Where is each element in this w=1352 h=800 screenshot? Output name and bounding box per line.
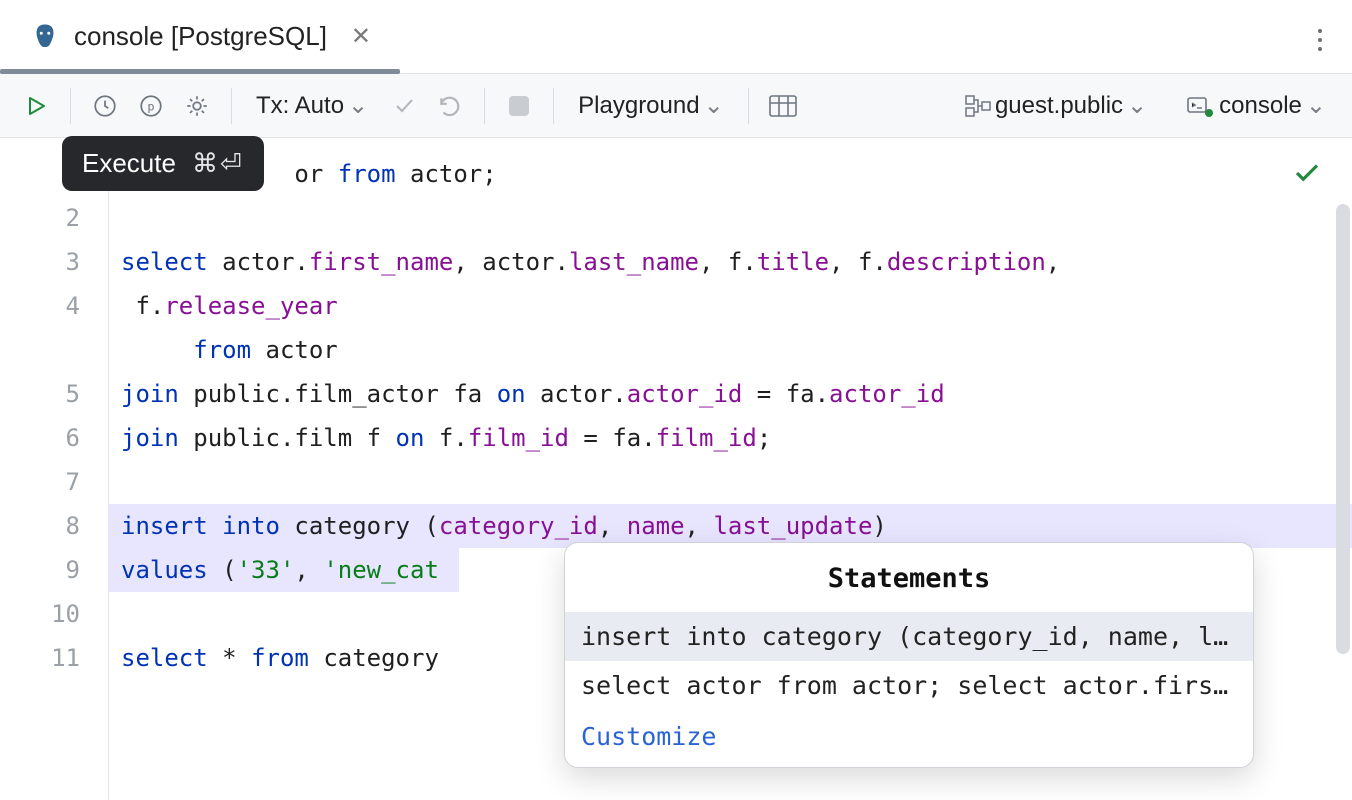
gutter: 1 2 3 4 5 6 7 8 9 10 11 [0, 138, 108, 800]
playground-dropdown[interactable]: Playground ⌄ [570, 91, 732, 120]
code-line[interactable]: join public.film f on f.film_id = fa.fil… [109, 416, 1352, 460]
commit-icon[interactable] [386, 88, 422, 124]
line-number: 2 [0, 196, 80, 240]
code-line[interactable]: select actor.first_name, actor.last_name… [109, 240, 1352, 284]
separator [748, 88, 749, 124]
schema-label: guest.public [995, 92, 1123, 120]
table-view-icon[interactable] [765, 88, 801, 124]
kebab-menu[interactable] [1318, 24, 1322, 56]
code-line[interactable] [109, 460, 1352, 504]
chevron-down-icon: ⌄ [348, 91, 368, 120]
execute-tooltip: Execute ⌘⏎ [62, 136, 264, 191]
chevron-down-icon: ⌄ [1127, 91, 1147, 120]
schema-dropdown[interactable]: guest.public ⌄ [957, 91, 1155, 120]
playground-label: Playground [578, 92, 699, 120]
tooltip-label: Execute [82, 148, 176, 179]
separator [70, 88, 71, 124]
code-line[interactable]: f.release_year [109, 284, 1352, 328]
separator [484, 88, 485, 124]
line-number: 5 [0, 372, 80, 416]
tooltip-shortcut: ⌘⏎ [192, 148, 244, 179]
settings-icon[interactable] [179, 88, 215, 124]
popup-footer: Customize [565, 710, 1253, 767]
execute-button[interactable] [18, 88, 54, 124]
line-number: 10 [0, 592, 80, 636]
code-line[interactable] [109, 196, 1352, 240]
separator [231, 88, 232, 124]
line-number: 9 [0, 548, 80, 592]
customize-link[interactable]: Customize [581, 722, 716, 751]
explain-icon[interactable]: p [133, 88, 169, 124]
tab-console[interactable]: console [PostgreSQL] ✕ [20, 0, 381, 73]
tab-active-indicator [0, 69, 400, 74]
tx-mode-dropdown[interactable]: Tx: Auto ⌄ [248, 91, 376, 120]
line-number: 6 [0, 416, 80, 460]
statement-item[interactable]: select actor from actor; select actor.fi… [565, 661, 1253, 710]
tab-bar: console [PostgreSQL] ✕ [0, 0, 1352, 74]
popup-title: Statements [565, 543, 1253, 612]
statement-item[interactable]: insert into category (category_id, name,… [565, 612, 1253, 661]
tab-title: console [PostgreSQL] [74, 21, 327, 52]
rollback-icon[interactable] [432, 88, 468, 124]
code-line[interactable]: join public.film_actor fa on actor.actor… [109, 372, 1352, 416]
line-number: 7 [0, 460, 80, 504]
scrollbar-thumb[interactable] [1336, 204, 1350, 654]
schema-icon [965, 95, 991, 117]
tx-label: Tx: Auto [256, 92, 344, 120]
line-number: 3 [0, 240, 80, 284]
editor: 1 2 3 4 5 6 7 8 9 10 11 or from actor; s… [0, 138, 1352, 800]
chevron-down-icon: ⌄ [704, 91, 724, 120]
separator [553, 88, 554, 124]
svg-text:p: p [147, 99, 154, 113]
code-line[interactable]: or from actor; [109, 152, 1352, 196]
history-icon[interactable] [87, 88, 123, 124]
code-line[interactable]: from actor [109, 328, 1352, 372]
line-number: 11 [0, 636, 80, 680]
session-icon [1187, 95, 1215, 117]
stop-button[interactable] [501, 88, 537, 124]
line-number: 4 [0, 284, 80, 372]
toolbar: p Tx: Auto ⌄ Playground ⌄ guest.public ⌄… [0, 74, 1352, 138]
statements-popup: Statements insert into category (categor… [564, 542, 1254, 768]
line-number: 8 [0, 504, 80, 548]
chevron-down-icon: ⌄ [1306, 91, 1326, 120]
close-icon[interactable]: ✕ [351, 22, 371, 51]
session-dropdown[interactable]: console ⌄ [1179, 91, 1334, 120]
code-area[interactable]: or from actor; select actor.first_name, … [109, 138, 1352, 800]
session-label: console [1219, 92, 1302, 120]
status-ok-icon[interactable] [1292, 158, 1322, 188]
postgres-icon [30, 21, 60, 53]
